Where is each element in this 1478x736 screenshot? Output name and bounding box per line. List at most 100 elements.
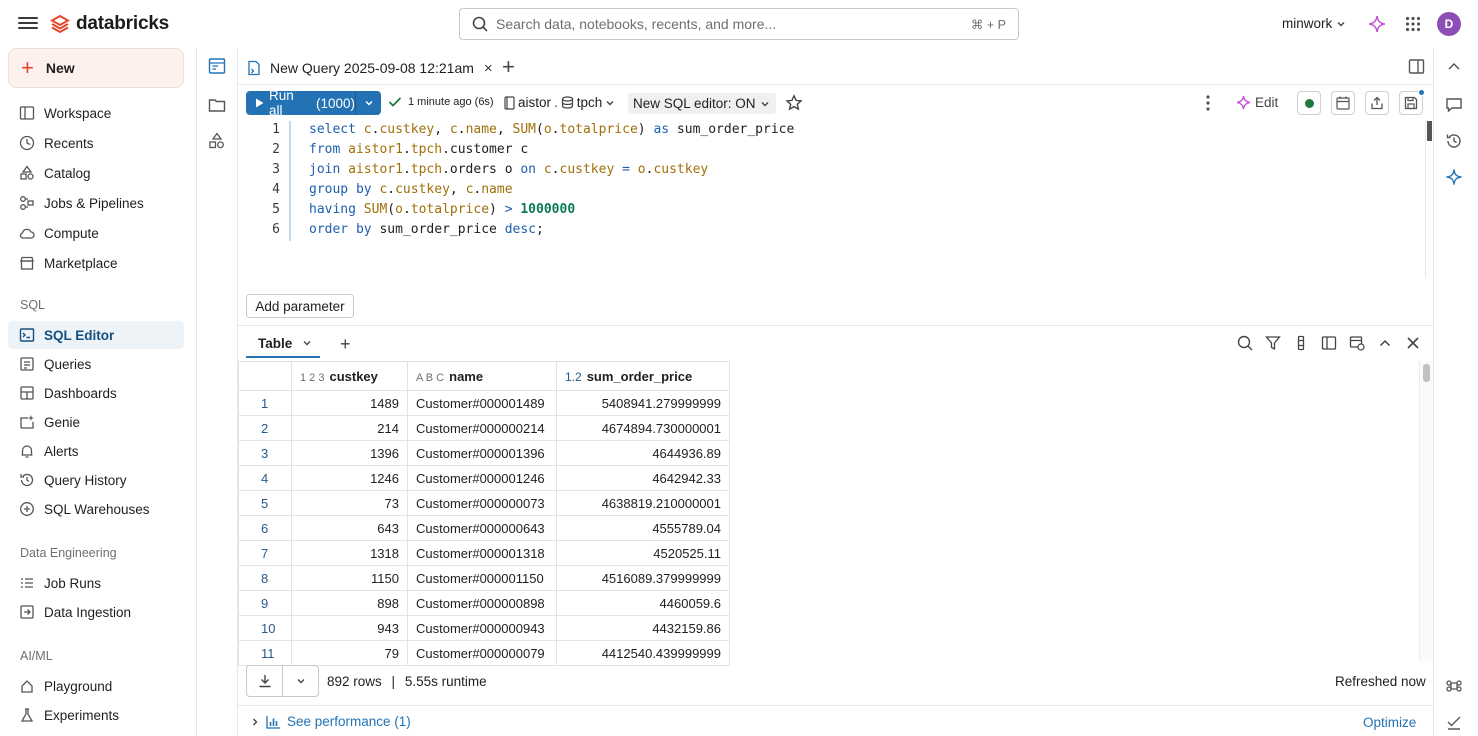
catalog-schema-selector[interactable]: aistor . tpch [504,95,615,110]
global-search[interactable]: Search data, notebooks, recents, and mor… [459,8,1019,40]
cell-sum-order-price[interactable]: 4642942.33 [556,465,730,491]
table-row[interactable]: 11 79 Customer#000000079 4412540.439999999 [238,640,730,666]
cell-sum-order-price[interactable]: 4520525.11 [556,540,730,566]
close-tab-icon[interactable]: × [484,60,493,77]
code-line-2[interactable]: from aistor1.tpch.customer c [309,140,794,160]
chevron-down-icon[interactable] [302,338,312,348]
cell-name[interactable]: Customer#000000214 [407,415,557,441]
comment-icon[interactable] [1445,96,1463,114]
cell-custkey[interactable]: 1396 [291,440,408,466]
cell-custkey[interactable]: 898 [291,590,408,616]
warehouse-status-button[interactable] [1297,91,1321,115]
table-row[interactable]: 9 898 Customer#000000898 4460059.6 [238,590,730,616]
workspace-switcher[interactable]: minwork [1282,16,1346,31]
results-scrollbar[interactable] [1419,361,1433,661]
row-number[interactable]: 2 [238,415,292,441]
column-header-custkey[interactable]: 1 2 3 custkey [291,361,408,391]
run-options-dropdown[interactable] [356,98,381,108]
table-refresh-icon[interactable] [1349,335,1365,351]
sidebar-item-compute[interactable]: Compute [8,219,184,247]
cell-sum-order-price[interactable]: 4555789.04 [556,515,730,541]
code-line-6[interactable]: order by sum_order_price desc; [309,220,794,240]
filter-icon[interactable] [1265,335,1281,351]
download-options-dropdown[interactable] [283,666,318,696]
run-all-main[interactable]: Run all (1000) [246,88,356,118]
cell-custkey[interactable]: 214 [291,415,408,441]
table-row[interactable]: 2 214 Customer#000000214 4674894.730000001 [238,415,730,441]
row-number[interactable]: 8 [238,565,292,591]
sidebar-item-marketplace[interactable]: Marketplace [8,249,184,277]
share-button[interactable] [1365,91,1389,115]
sidebar-item-queries[interactable]: Queries [8,350,184,378]
cell-name[interactable]: Customer#000001318 [407,540,557,566]
cell-custkey[interactable]: 73 [291,490,408,516]
sidebar-item-workspace[interactable]: Workspace [8,99,184,127]
sidebar-item-alerts[interactable]: Alerts [8,437,184,465]
code-line-4[interactable]: group by c.custkey, c.name [309,180,794,200]
download-button-group[interactable] [246,665,319,697]
table-row[interactable]: 4 1246 Customer#000001246 4642942.33 [238,465,730,491]
table-row[interactable]: 7 1318 Customer#000001318 4520525.11 [238,540,730,566]
row-number[interactable]: 11 [238,640,292,666]
sidebar-item-catalog[interactable]: Catalog [8,159,184,187]
results-divider[interactable] [238,325,1433,326]
cell-custkey[interactable]: 943 [291,615,408,641]
assistant-icon[interactable] [1445,168,1463,186]
save-button[interactable] [1399,89,1425,115]
editor-scrollbar-thumb[interactable] [1427,121,1432,141]
row-number[interactable]: 3 [238,440,292,466]
cell-name[interactable]: Customer#000001489 [407,390,557,416]
cell-custkey[interactable]: 643 [291,515,408,541]
schedule-button[interactable] [1331,91,1355,115]
cell-name[interactable]: Customer#000001246 [407,465,557,491]
table-row[interactable]: 8 1150 Customer#000001150 4516089.379999999 [238,565,730,591]
add-parameter-button[interactable]: Add parameter [246,294,354,318]
sidebar-item-sql-editor[interactable]: SQL Editor [8,321,184,349]
cell-name[interactable]: Customer#000001396 [407,440,557,466]
table-row[interactable]: 10 943 Customer#000000943 4432159.86 [238,615,730,641]
see-performance-link[interactable]: See performance (1) [250,714,411,729]
cell-name[interactable]: Customer#000000898 [407,590,557,616]
sidebar-item-sql-warehouses[interactable]: SQL Warehouses [8,495,184,523]
column-header-sum-order-price[interactable]: 1.2 sum_order_price [556,361,730,391]
sidebar-item-genie[interactable]: Genie [8,408,184,436]
cell-sum-order-price[interactable]: 4674894.730000001 [556,415,730,441]
code-line-3[interactable]: join aistor1.tpch.orders o on c.custkey … [309,160,794,180]
row-number[interactable]: 7 [238,540,292,566]
cell-custkey[interactable]: 1489 [291,390,408,416]
tab-table-results[interactable]: Table [246,330,320,358]
sidebar-item-playground[interactable]: Playground [8,672,184,700]
sql-code-editor[interactable]: select c.custkey, c.name, SUM(o.totalpri… [309,120,794,240]
editor-scrollbar[interactable] [1425,121,1433,278]
run-all-button[interactable]: Run all (1000) [246,88,381,118]
history-icon[interactable] [1445,132,1463,150]
close-icon[interactable] [1405,335,1421,351]
cell-name[interactable]: Customer#000001150 [407,565,557,591]
cell-sum-order-price[interactable]: 4644936.89 [556,440,730,466]
row-number[interactable]: 9 [238,590,292,616]
sidebar-item-recents[interactable]: Recents [8,129,184,157]
cell-sum-order-price[interactable]: 5408941.279999999 [556,390,730,416]
chevron-up-icon[interactable] [1377,335,1393,351]
row-number[interactable]: 6 [238,515,292,541]
cell-sum-order-price[interactable]: 4638819.210000001 [556,490,730,516]
new-button[interactable]: + New [8,48,184,88]
table-row[interactable]: 6 643 Customer#000000643 4555789.04 [238,515,730,541]
optimize-link[interactable]: Optimize [1363,715,1416,730]
table-row[interactable]: 5 73 Customer#000000073 4638819.210000001 [238,490,730,516]
side-panel-icon[interactable] [1321,335,1337,351]
editor-panel-icon[interactable] [208,57,226,75]
split-view-icon[interactable] [1408,58,1425,75]
cell-sum-order-price[interactable]: 4460059.6 [556,590,730,616]
apps-grid-icon[interactable] [1405,16,1421,32]
cell-custkey[interactable]: 1318 [291,540,408,566]
results-scrollbar-thumb[interactable] [1423,364,1430,382]
tab-query[interactable]: New Query 2025-09-08 12:21am × [246,56,493,80]
checklist-icon[interactable] [1445,713,1463,731]
cell-sum-order-price[interactable]: 4412540.439999999 [556,640,730,666]
sidebar-item-query-history[interactable]: Query History [8,466,184,494]
code-line-1[interactable]: select c.custkey, c.name, SUM(o.totalpri… [309,120,794,140]
cell-custkey[interactable]: 1150 [291,565,408,591]
add-visualization-button[interactable]: + [340,334,351,355]
user-avatar[interactable]: D [1437,12,1461,36]
